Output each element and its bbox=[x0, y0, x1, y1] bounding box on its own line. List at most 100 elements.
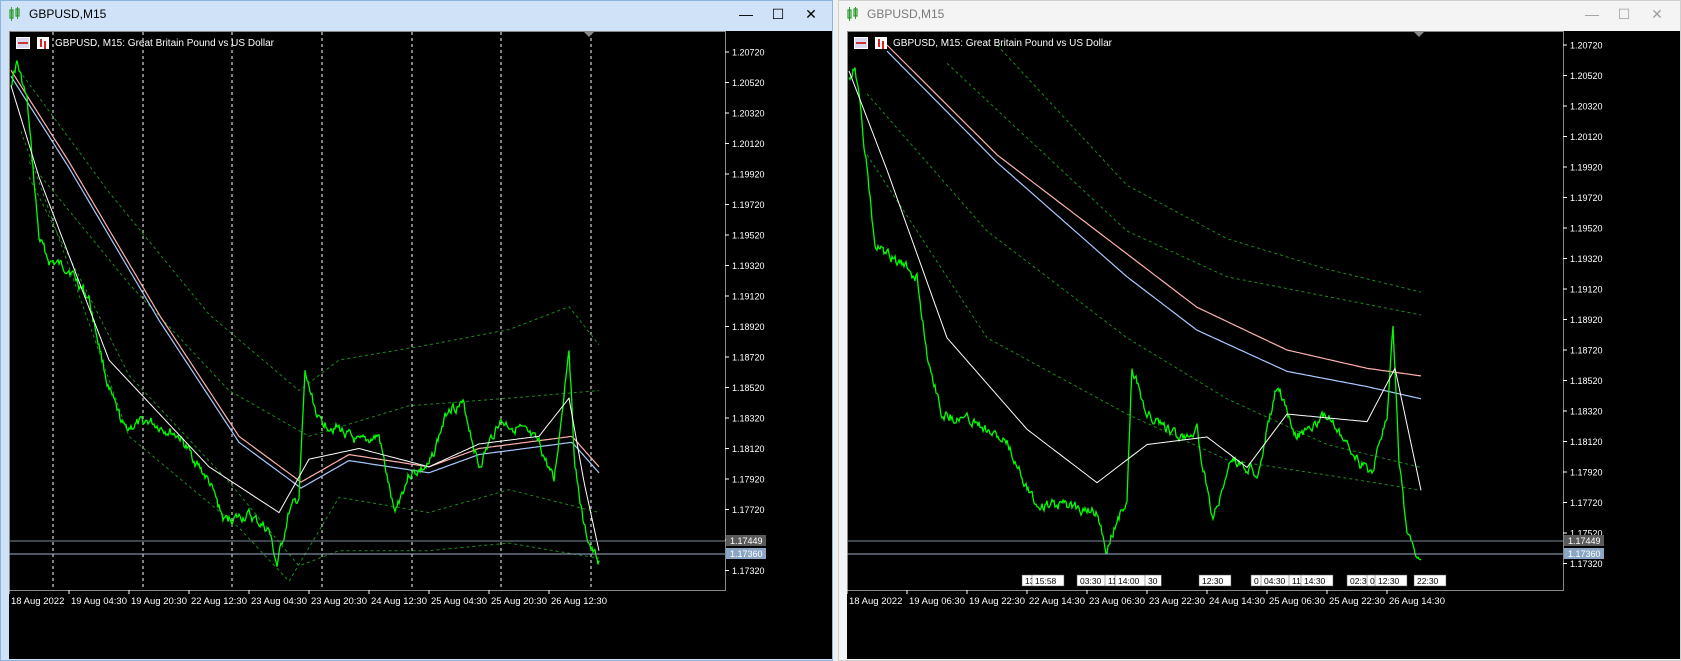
close-icon: ✕ bbox=[805, 5, 817, 22]
time-label: 19 Aug 22:30 bbox=[969, 596, 1025, 607]
event-marker-label: 11 bbox=[1292, 576, 1301, 586]
chart-shift-marker bbox=[584, 32, 594, 37]
time-label: 22 Aug 14:30 bbox=[1029, 596, 1085, 607]
bid-price-label: 1.17360 bbox=[730, 549, 763, 559]
price-label: 1.17720 bbox=[732, 505, 765, 515]
price-label: 1.18520 bbox=[732, 383, 765, 393]
price-label: 1.19920 bbox=[732, 170, 765, 180]
price-label: 1.19120 bbox=[1570, 285, 1603, 295]
price-axis: 1.20720 1.20520 1.20320 1.20120 1.19920 1.197… bbox=[725, 48, 766, 576]
time-label: 23 Aug 06:30 bbox=[1089, 596, 1145, 607]
time-label: 26 Aug 12:30 bbox=[551, 596, 607, 607]
time-label: 19 Aug 20:30 bbox=[131, 596, 187, 607]
chart-shift-marker bbox=[1414, 32, 1424, 37]
event-marker-label: 14:30 bbox=[1304, 576, 1326, 586]
price-label: 1.18120 bbox=[1570, 437, 1603, 447]
close-icon: ✕ bbox=[1651, 5, 1663, 22]
price-label: 1.18720 bbox=[732, 353, 765, 363]
time-label: 26 Aug 14:30 bbox=[1389, 596, 1445, 607]
price-label: 1.17320 bbox=[732, 566, 765, 576]
event-marker-label: 12:30 bbox=[1202, 576, 1224, 586]
price-label: 1.19520 bbox=[1570, 224, 1603, 234]
title-bar[interactable]: GBPUSD,M15 — ☐ ✕ bbox=[839, 1, 1680, 27]
event-marker-label: 0 bbox=[1370, 576, 1375, 586]
price-label: 1.20320 bbox=[1570, 102, 1603, 112]
event-marker-label: 04:30 bbox=[1264, 576, 1286, 586]
price-label: 1.17320 bbox=[1570, 559, 1603, 569]
chart-canvas[interactable]: 1.20720 1.20520 1.20320 1.20120 1.19920 1.197… bbox=[847, 31, 1680, 659]
close-button[interactable]: ✕ bbox=[1642, 3, 1672, 25]
moving-average-red bbox=[886, 44, 1422, 377]
legend-text: GBPUSD, M15: Great Britain Pound vs US D… bbox=[55, 37, 274, 49]
minimize-icon: — bbox=[739, 6, 753, 22]
window-title: GBPUSD,M15 bbox=[29, 7, 107, 21]
minimize-button[interactable]: — bbox=[1577, 3, 1607, 25]
price-label: 1.19720 bbox=[732, 200, 765, 210]
price-label: 1.18520 bbox=[1570, 376, 1603, 386]
chart-canvas[interactable]: 1.20720 1.20520 1.20320 1.20120 1.19920 1.197… bbox=[9, 31, 832, 659]
time-label: 18 Aug 2022 bbox=[11, 596, 64, 607]
time-label: 24 Aug 14:30 bbox=[1209, 596, 1265, 607]
moving-average-red bbox=[10, 69, 600, 483]
price-label: 1.20520 bbox=[1570, 71, 1603, 81]
moving-average-blue bbox=[886, 50, 1422, 400]
envelope-band bbox=[866, 93, 1422, 468]
maximize-button[interactable]: ☐ bbox=[1609, 3, 1639, 25]
chart-legend: GBPUSD, M15: Great Britain Pound vs US D… bbox=[854, 36, 1112, 50]
minimize-icon: — bbox=[1585, 6, 1599, 22]
time-axis: 18 Aug 2022 19 Aug 04:30 19 Aug 20:30 22 Au… bbox=[9, 590, 607, 607]
envelope-band bbox=[946, 62, 1422, 316]
price-label: 1.20320 bbox=[732, 109, 765, 119]
price-label: 1.18120 bbox=[732, 444, 765, 454]
candlestick-icon bbox=[847, 7, 858, 21]
time-label: 25 Aug 04:30 bbox=[431, 596, 487, 607]
price-chart[interactable]: 1.20720 1.20520 1.20320 1.20120 1.19920 1.197… bbox=[847, 31, 1680, 659]
event-marker-label: 22:30 bbox=[1417, 576, 1439, 586]
price-label: 1.20520 bbox=[732, 78, 765, 88]
price-label: 1.18920 bbox=[1570, 315, 1603, 325]
envelope-band bbox=[996, 44, 1422, 293]
chart-type-icon bbox=[875, 37, 887, 49]
event-marker-label: 14:00 bbox=[1118, 576, 1140, 586]
time-label: 25 Aug 22:30 bbox=[1329, 596, 1385, 607]
event-marker-label: 12:30 bbox=[1378, 576, 1400, 586]
time-label: 24 Aug 12:30 bbox=[371, 596, 427, 607]
price-label: 1.19120 bbox=[732, 292, 765, 302]
chart-window-left[interactable]: GBPUSD,M15 — ☐ ✕ 1.20720 1.20520 1.20320 1.… bbox=[0, 0, 833, 661]
close-button[interactable]: ✕ bbox=[796, 3, 826, 25]
time-label: 18 Aug 2022 bbox=[849, 596, 902, 607]
candlestick-icon bbox=[9, 7, 20, 21]
price-label: 1.20720 bbox=[1570, 41, 1603, 51]
maximize-button[interactable]: ☐ bbox=[763, 3, 793, 25]
minimize-button[interactable]: — bbox=[731, 3, 761, 25]
envelope-band bbox=[866, 154, 1422, 491]
event-marker-label: 30 bbox=[1148, 576, 1158, 586]
flag-icon bbox=[16, 37, 30, 49]
time-label: 23 Aug 22:30 bbox=[1149, 596, 1205, 607]
price-label: 1.20120 bbox=[732, 139, 765, 149]
price-line bbox=[848, 67, 1422, 561]
time-label: 22 Aug 12:30 bbox=[191, 596, 247, 607]
price-label: 1.17720 bbox=[1570, 498, 1603, 508]
bid-price-label: 1.17360 bbox=[1568, 549, 1601, 559]
time-label: 25 Aug 06:30 bbox=[1269, 596, 1325, 607]
moving-average-blue bbox=[10, 75, 600, 489]
time-label: 23 Aug 04:30 bbox=[251, 596, 307, 607]
price-label: 1.19920 bbox=[1570, 163, 1603, 173]
price-label: 1.18720 bbox=[1570, 346, 1603, 356]
price-label: 1.19720 bbox=[1570, 193, 1603, 203]
chart-type-icon bbox=[37, 37, 49, 49]
price-label: 1.20720 bbox=[732, 48, 765, 58]
price-label: 1.17920 bbox=[732, 475, 765, 485]
event-marker-label: 0 bbox=[1254, 576, 1259, 586]
ask-price-label: 1.17449 bbox=[730, 536, 763, 546]
plot-border bbox=[9, 31, 726, 591]
price-label: 1.20120 bbox=[1570, 132, 1603, 142]
price-label: 1.18320 bbox=[1570, 407, 1603, 417]
price-axis: 1.20720 1.20520 1.20320 1.20120 1.19920 1.197… bbox=[1563, 41, 1604, 569]
price-label: 1.19320 bbox=[732, 261, 765, 271]
title-bar[interactable]: GBPUSD,M15 — ☐ ✕ bbox=[1, 1, 832, 27]
price-chart[interactable]: 1.20720 1.20520 1.20320 1.20120 1.19920 1.197… bbox=[9, 31, 832, 659]
chart-window-right[interactable]: GBPUSD,M15 — ☐ ✕ 1.20720 1.20520 1.20320 1.… bbox=[838, 0, 1681, 661]
event-marker-label: 03:30 bbox=[1080, 576, 1102, 586]
